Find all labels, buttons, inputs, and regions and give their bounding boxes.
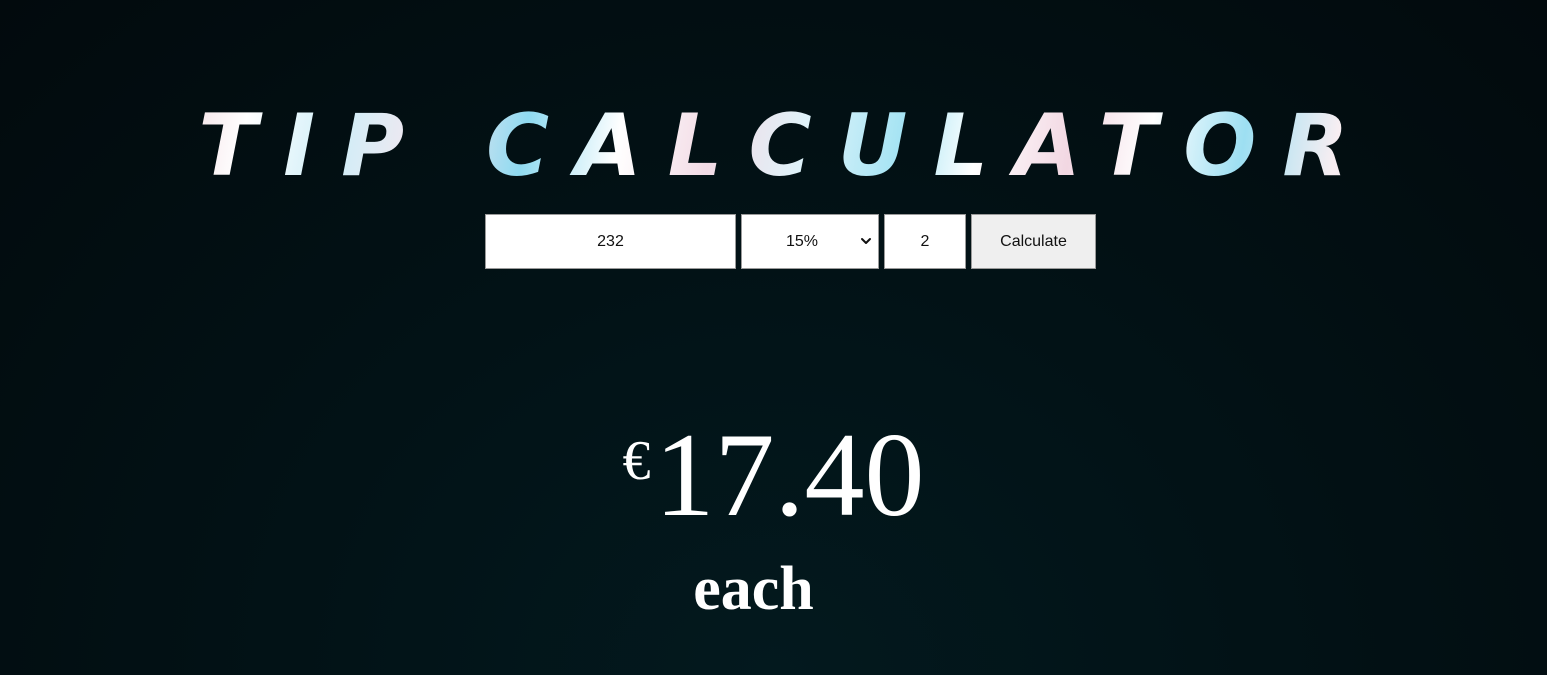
tip-percent-select[interactable]: 15% bbox=[741, 214, 879, 269]
people-count-input[interactable] bbox=[884, 214, 966, 269]
result-display: €17.40 bbox=[0, 415, 1547, 535]
chevron-down-icon bbox=[861, 238, 871, 244]
currency-symbol: € bbox=[622, 430, 651, 492]
page-title: TIP CALCULATOR bbox=[0, 98, 1547, 194]
calculate-button[interactable]: Calculate bbox=[971, 214, 1096, 269]
tip-form: 15% Calculate bbox=[485, 214, 1096, 269]
per-person-amount: 17.40 bbox=[654, 408, 925, 541]
tip-percent-value: 15% bbox=[785, 232, 819, 250]
each-label: each bbox=[693, 555, 814, 623]
bill-amount-input[interactable] bbox=[485, 214, 736, 269]
